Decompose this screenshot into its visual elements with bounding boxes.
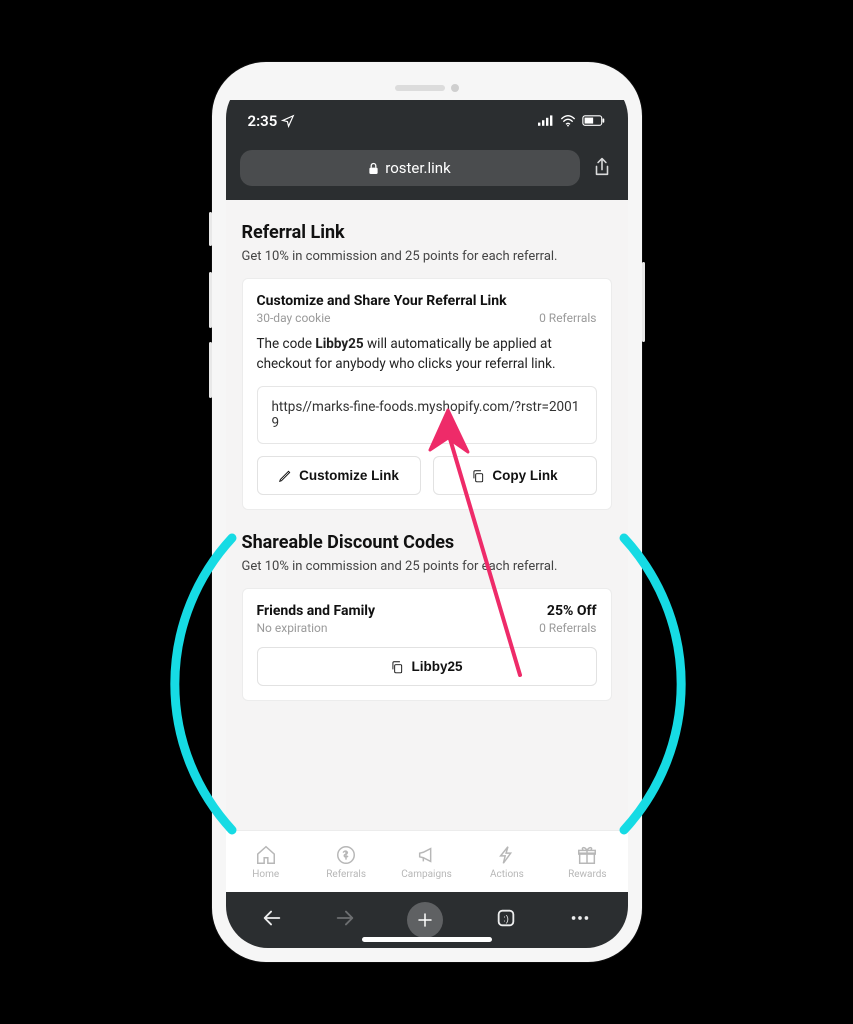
referral-subtitle: Get 10% in commission and 25 points for … [242,249,612,264]
discounts-heading: Shareable Discount Codes [242,532,612,553]
svg-text::): :) [503,914,509,924]
menu-button[interactable] [568,907,592,933]
mute-switch [209,212,212,246]
tab-campaigns[interactable]: Campaigns [386,831,466,892]
notch [226,76,628,100]
screen: 2:35 roster.link Referral Link Get 10% i… [226,76,628,948]
arrow-right-icon [334,907,356,929]
signal-icon [538,115,554,127]
code-description: The code Libby25 will automatically be a… [257,335,597,374]
tabs-icon: :) [495,907,517,929]
tab-label: Rewards [568,869,607,880]
referral-card-title: Customize and Share Your Referral Link [257,293,597,309]
home-icon [255,844,277,866]
location-arrow-icon [281,114,295,128]
customize-link-button[interactable]: Customize Link [257,456,421,495]
tab-actions[interactable]: Actions [467,831,547,892]
dollar-circle-icon [335,844,357,866]
referral-count: 0 Referrals [539,311,596,325]
tab-rewards[interactable]: Rewards [547,831,627,892]
discount-name: Friends and Family [257,603,376,619]
url-field[interactable]: roster.link [240,150,580,186]
tab-label: Campaigns [401,869,452,880]
speaker-grille [395,85,445,91]
status-bar: 2:35 [226,100,628,142]
home-indicator[interactable] [362,937,492,942]
gift-icon [576,844,598,866]
share-icon [592,157,612,179]
bolt-icon [496,844,518,866]
wifi-icon [560,115,576,127]
tabs-button[interactable]: :) [495,907,517,933]
tab-label: Referrals [326,869,366,880]
share-button[interactable] [590,157,614,179]
tab-label: Actions [490,869,524,880]
cookie-duration: 30-day cookie [257,311,331,325]
page-content[interactable]: Referral Link Get 10% in commission and … [226,200,628,830]
discount-referrals: 0 Referrals [539,621,596,635]
browser-address-bar: roster.link [226,142,628,200]
discounts-subtitle: Get 10% in commission and 25 points for … [242,559,612,574]
desc-code: Libby25 [315,336,363,352]
discount-card: Friends and Family No expiration 25% Off… [242,588,612,701]
megaphone-icon [416,844,438,866]
discount-expiry: No expiration [257,621,376,635]
dots-icon [568,907,592,929]
copy-link-button[interactable]: Copy Link [433,456,597,495]
desc-prefix: The code [257,336,316,352]
tab-label: Home [252,869,279,880]
pencil-icon [278,469,292,483]
phone-frame: 2:35 roster.link Referral Link Get 10% i… [212,62,642,962]
customize-label: Customize Link [299,468,399,483]
referral-card: Customize and Share Your Referral Link 3… [242,278,612,510]
copy-icon [390,660,404,674]
referral-heading: Referral Link [242,222,612,243]
lock-icon [368,162,379,175]
status-time: 2:35 [248,112,278,130]
volume-up [209,272,212,328]
battery-icon [582,115,606,127]
tab-referrals[interactable]: Referrals [306,831,386,892]
arrow-left-icon [261,907,283,929]
back-button[interactable] [261,907,283,933]
tab-home[interactable]: Home [226,831,306,892]
app-tab-bar: Home Referrals Campaigns Actions Rewards [226,830,628,892]
code-label: Libby25 [411,659,462,674]
copy-icon [471,469,485,483]
volume-down [209,342,212,398]
plus-icon [416,911,434,929]
new-tab-button[interactable] [407,902,443,938]
front-camera [451,84,459,92]
power-button [642,262,645,342]
copy-code-button[interactable]: Libby25 [257,647,597,686]
referral-url-box[interactable]: https//marks-fine-foods.myshopify.com/?r… [257,386,597,444]
copy-label: Copy Link [492,468,557,483]
forward-button[interactable] [334,907,356,933]
url-domain: roster.link [385,159,450,177]
discount-amount: 25% Off [539,603,596,619]
